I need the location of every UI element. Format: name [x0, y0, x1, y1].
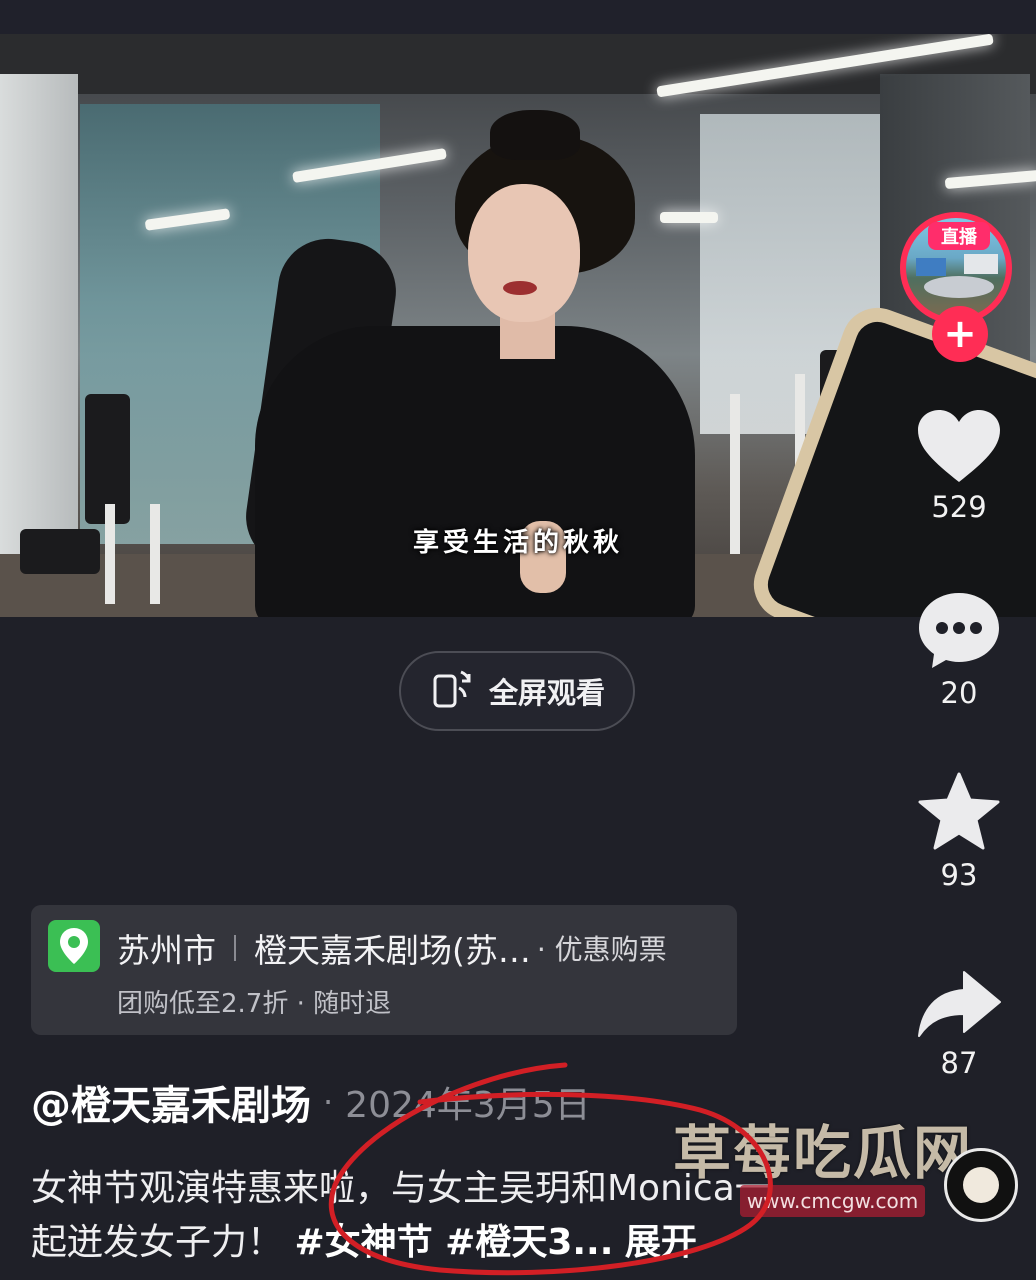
share-arrow-icon — [906, 968, 1012, 1040]
star-icon — [906, 772, 1012, 852]
video-subtitle: 享受生活的秋秋 — [412, 528, 623, 558]
scene-person-body — [255, 326, 695, 617]
scene-person-bow — [490, 110, 580, 160]
location-card[interactable]: 苏州市 橙天嘉禾剧场(苏… · 优惠购票 团购低至2.7折 · 随时退 — [31, 905, 737, 1035]
author-date-separator: · — [323, 1083, 334, 1121]
video-player[interactable]: 享受生活的秋秋 — [0, 34, 1036, 617]
fullscreen-label: 全屏观看 — [488, 676, 605, 710]
share-button[interactable]: 87 — [906, 968, 1012, 1080]
location-deal-info: 团购低至2.7折 · 随时退 — [117, 989, 392, 1019]
location-title-row: 苏州市 橙天嘉禾剧场(苏… · 优惠购票 — [117, 923, 667, 973]
comment-bubble-icon — [906, 590, 1012, 670]
like-button[interactable]: 529 — [906, 408, 1012, 524]
fullscreen-button[interactable]: 全屏观看 — [399, 651, 635, 731]
author-name[interactable]: @橙天嘉禾剧场 — [31, 1073, 311, 1131]
live-badge: 直播 — [928, 222, 990, 250]
post-date: 2024年3月5日 — [345, 1085, 591, 1126]
location-pin-icon — [48, 920, 100, 972]
follow-button[interactable]: + — [932, 306, 988, 362]
share-count: 87 — [940, 1046, 978, 1080]
location-venue: 橙天嘉禾剧场(苏… — [254, 931, 531, 970]
avatar-scene-block — [916, 258, 946, 276]
avatar-scene-stadium — [924, 276, 994, 298]
caption-hashtags[interactable]: #女神节 #橙天3... — [294, 1222, 613, 1263]
favorite-button[interactable]: 93 — [906, 772, 1012, 892]
location-divider — [234, 935, 236, 961]
mascot-face — [963, 1167, 999, 1203]
rotate-phone-icon — [429, 666, 475, 716]
author-row: @橙天嘉禾剧场 · 2024年3月5日 — [31, 1072, 591, 1132]
scene-person-lips — [503, 281, 537, 295]
location-city: 苏州市 — [117, 931, 216, 970]
avatar-scene-block — [964, 254, 998, 274]
status-bar — [0, 0, 1036, 34]
comment-count: 20 — [940, 676, 978, 710]
favorite-count: 93 — [940, 858, 978, 892]
heart-icon — [906, 408, 1012, 484]
watermark-mascot-icon — [944, 1148, 1018, 1222]
location-deal-link[interactable]: · 优惠购票 — [537, 928, 667, 968]
watermark-title: 草莓吃瓜网 — [673, 1119, 974, 1187]
like-count: 529 — [931, 490, 987, 524]
comment-button[interactable]: 20 — [906, 590, 1012, 710]
scene-lamp — [660, 212, 718, 223]
expand-caption-button[interactable]: 展开 — [625, 1222, 697, 1263]
watermark-url: www.cmcgw.com — [740, 1185, 925, 1217]
scene-person-face — [468, 184, 580, 322]
